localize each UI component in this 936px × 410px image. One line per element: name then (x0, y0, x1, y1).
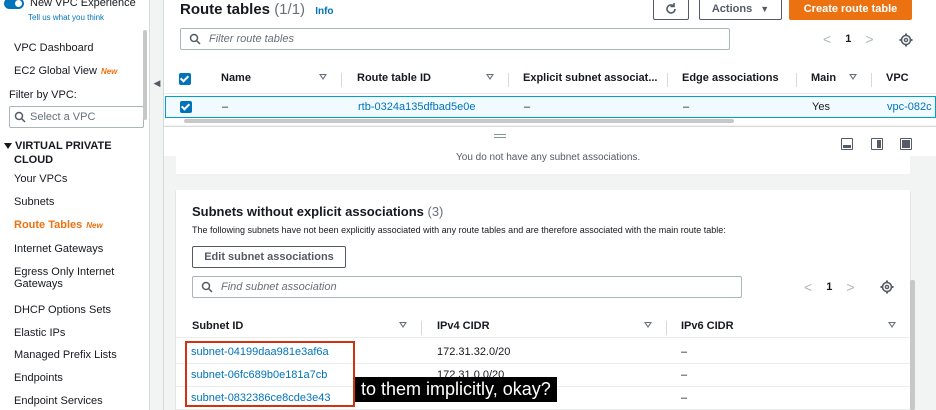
edit-subnet-associations-button[interactable]: Edit subnet associations (192, 246, 346, 268)
new-badge: New (100, 67, 118, 76)
sidebar-item-subnets[interactable]: Subnets (14, 196, 54, 208)
table-row[interactable]: – rtb-0324a135dfbad5e0e – – Yes vpc-082c (165, 96, 936, 118)
horizontal-scrollbar[interactable] (184, 119, 734, 123)
column-header-ipv6-cidr[interactable]: IPv6 CIDR (681, 320, 734, 332)
cell-name: – (222, 101, 229, 113)
pagination: < 1 > (823, 31, 874, 47)
column-header-route-table-id[interactable]: Route table ID (357, 72, 431, 84)
column-header-name[interactable]: Name (221, 72, 251, 84)
vertical-scrollbar[interactable] (910, 280, 915, 410)
sidebar-item-endpoints[interactable]: Endpoints (14, 372, 63, 384)
subnet-table-header: Subnet ID IPv4 CIDR IPv6 CIDR (176, 314, 910, 338)
annotation-highlight-box (185, 341, 355, 407)
sidebar-item-vpc-dashboard[interactable]: VPC Dashboard (14, 42, 94, 54)
filter-by-vpc-label: Filter by VPC: (9, 89, 77, 101)
find-subnet-association-input[interactable]: Find subnet association (192, 276, 742, 298)
column-header-explicit-subnet[interactable]: Explicit subnet associat... (523, 72, 658, 84)
create-route-table-button[interactable]: Create route table (789, 0, 912, 20)
column-header-vpc[interactable]: VPC (886, 72, 909, 84)
route-tables-panel: Route tables (1/1) Info Actions ▼ Create… (164, 0, 936, 125)
card-description: The following subnets have not been expl… (192, 225, 726, 235)
prev-page-icon[interactable]: < (804, 279, 812, 295)
vpc-link[interactable]: vpc-082c (887, 101, 932, 113)
cell-explicit: – (524, 101, 531, 113)
selection-count: (1/1) (274, 1, 306, 18)
info-link[interactable]: Info (315, 6, 333, 17)
column-header-edge-associations[interactable]: Edge associations (682, 72, 779, 84)
sort-icon[interactable] (399, 322, 407, 328)
resize-handle-icon[interactable] (494, 134, 506, 138)
caret-down-icon (4, 143, 12, 150)
column-header-ipv4-cidr[interactable]: IPv4 CIDR (437, 320, 490, 332)
caret-down-icon: ▼ (760, 4, 770, 14)
cell-main: Yes (812, 101, 830, 113)
sidebar-scrollbar[interactable] (143, 30, 147, 120)
vpc-select[interactable]: Select a VPC (9, 106, 144, 128)
vpc-select-placeholder: Select a VPC (30, 111, 96, 123)
section-virtual-private-cloud[interactable]: VIRTUAL PRIVATE CLOUD (4, 139, 112, 167)
route-table-id-link[interactable]: rtb-0324a135dfbad5e0e (358, 101, 475, 113)
cell-ipv6: – (681, 369, 688, 381)
search-icon (189, 33, 201, 45)
filter-route-tables-input[interactable]: Filter route tables (180, 28, 730, 50)
collapse-sidebar-icon[interactable]: ◀ (151, 74, 163, 92)
search-icon (14, 111, 26, 123)
panel-full-icon[interactable] (900, 138, 912, 150)
refresh-icon (666, 3, 676, 14)
pagination: < 1 > (804, 279, 855, 295)
column-header-subnet-id[interactable]: Subnet ID (192, 320, 243, 332)
sidebar-item-elastic-ips[interactable]: Elastic IPs (14, 327, 65, 339)
sidebar-item-label: EC2 Global View (14, 65, 97, 77)
row-checkbox[interactable] (180, 101, 192, 113)
sidebar-item-your-vpcs[interactable]: Your VPCs (14, 173, 67, 185)
new-badge: New (86, 221, 103, 230)
toggle-switch[interactable] (4, 0, 24, 9)
cell-ipv6: – (681, 392, 688, 404)
gear-icon[interactable] (899, 33, 913, 47)
cell-edge: – (683, 101, 690, 113)
actions-button[interactable]: Actions ▼ (699, 0, 782, 20)
sidebar-item-label: Route Tables (14, 219, 83, 231)
refresh-button[interactable] (653, 0, 689, 20)
panel-side-icon[interactable] (871, 138, 883, 150)
sort-icon[interactable] (486, 74, 494, 80)
new-experience-label: New VPC Experience (30, 0, 136, 9)
card-count: (3) (427, 204, 444, 219)
panel-bottom-icon[interactable] (841, 138, 853, 150)
sort-icon[interactable] (319, 74, 327, 80)
sidebar-item-managed-prefix-lists[interactable]: Managed Prefix Lists (14, 349, 117, 361)
card-title: Subnets without explicit associations (3… (192, 204, 444, 219)
explicit-associations-card: You do not have any subnet associations. (176, 152, 910, 174)
cell-ipv6: – (681, 346, 688, 358)
feedback-link[interactable]: Tell us what you think (28, 13, 104, 22)
sort-icon[interactable] (849, 74, 857, 80)
sidebar-item-route-tables[interactable]: Route Tables New (14, 219, 103, 231)
empty-message: You do not have any subnet associations. (456, 152, 641, 163)
cell-ipv4: 172.31.32.0/20 (437, 346, 511, 358)
prev-page-icon[interactable]: < (823, 31, 831, 47)
page-number[interactable]: 1 (845, 33, 851, 45)
search-icon (201, 281, 213, 293)
sidebar-item-ec2-global-view[interactable]: EC2 Global View New (14, 65, 117, 77)
new-experience-toggle-row[interactable]: New VPC Experience (4, 0, 136, 9)
sidebar-item-egress-only-internet-gateways[interactable]: Egress Only Internet Gateways (14, 266, 114, 290)
gear-icon[interactable] (880, 280, 894, 294)
page-number[interactable]: 1 (826, 281, 832, 293)
sidebar-item-internet-gateways[interactable]: Internet Gateways (14, 243, 103, 255)
sidebar-item-dhcp-options-sets[interactable]: DHCP Options Sets (14, 304, 111, 316)
column-header-main[interactable]: Main (811, 72, 836, 84)
sort-icon[interactable] (888, 322, 896, 328)
video-caption: to them implicitly, okay? (355, 377, 557, 402)
sidebar: New VPC Experience Tell us what you thin… (0, 0, 150, 410)
next-page-icon[interactable]: > (846, 279, 854, 295)
page-title: Route tables (1/1) Info (180, 1, 334, 18)
next-page-icon[interactable]: > (865, 31, 873, 47)
select-all-checkbox[interactable] (179, 73, 191, 85)
table-header: Name Route table ID Explicit subnet asso… (164, 66, 936, 94)
sort-icon[interactable] (644, 322, 652, 328)
sidebar-item-endpoint-services[interactable]: Endpoint Services (14, 395, 103, 407)
